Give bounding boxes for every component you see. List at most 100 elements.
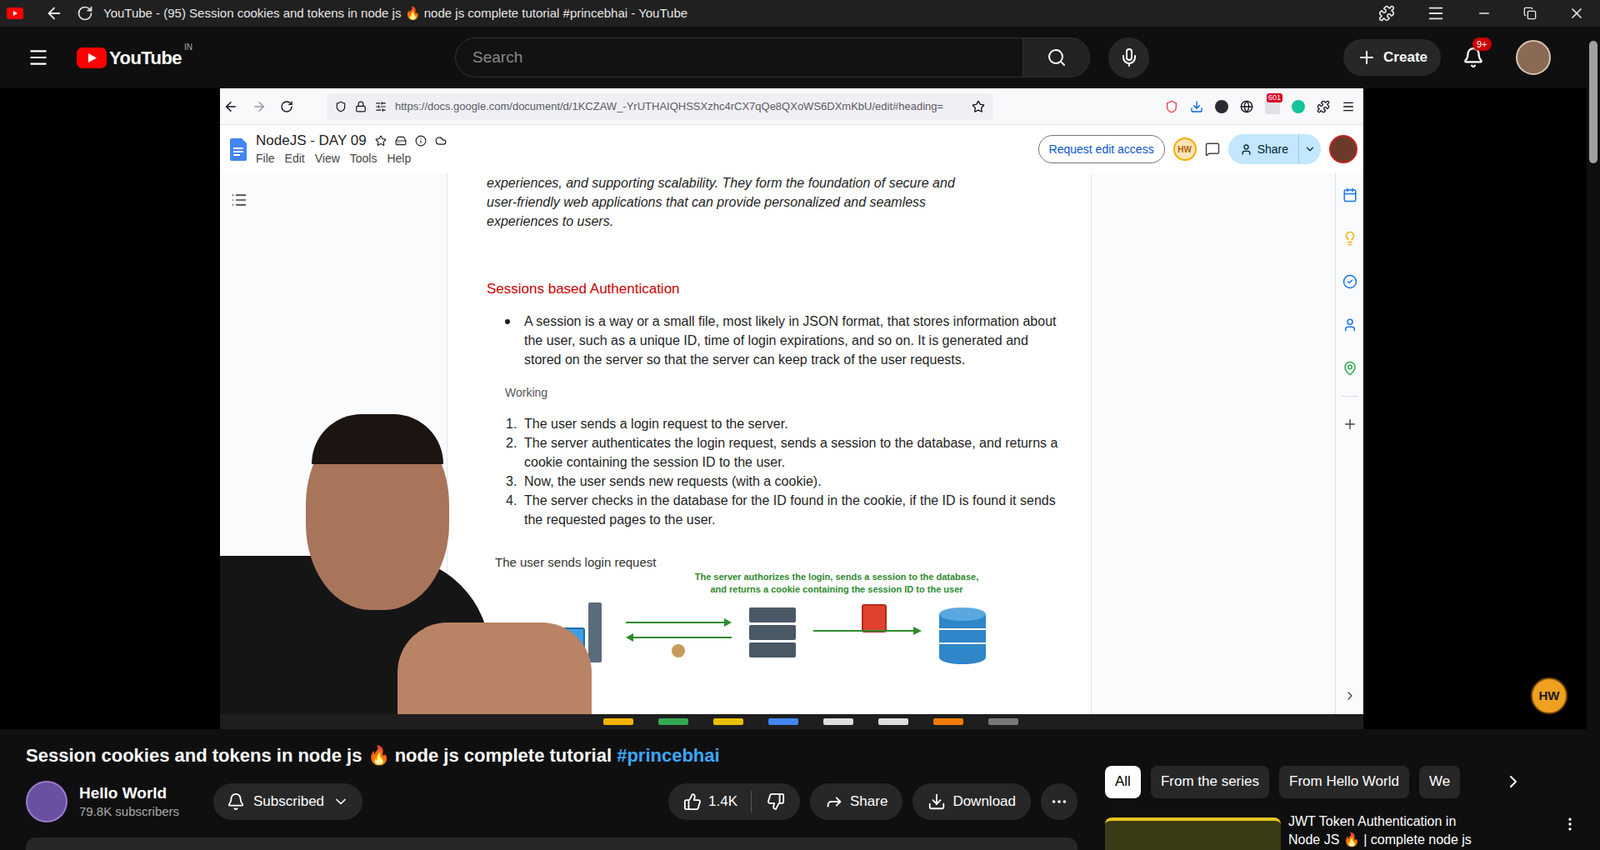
channel-watermark[interactable]: HW (1530, 677, 1568, 715)
bookmark-icon[interactable] (971, 100, 985, 114)
keep-icon[interactable] (1342, 230, 1358, 246)
comments-icon[interactable] (1205, 141, 1220, 157)
request-response-arrows-icon (625, 617, 732, 643)
voice-search-button[interactable] (1108, 37, 1150, 79)
screen: YouTube - (95) Session cookies and token… (0, 0, 1600, 850)
collaborator-avatar[interactable]: HW (1173, 137, 1197, 161)
globe-icon[interactable] (1240, 100, 1254, 114)
dislike-button[interactable] (751, 792, 800, 811)
page-scrollbar[interactable] (1586, 26, 1600, 850)
channel-row: Hello World79.8K subscribers Subscribed 1.… (25, 780, 1080, 823)
recommendation-item[interactable]: JWT Token Authentication inNode JS 🔥 | c… (1105, 812, 1579, 850)
close-icon[interactable] (1568, 5, 1585, 22)
menu-icon[interactable] (1341, 100, 1355, 114)
reload-icon[interactable] (280, 100, 294, 114)
extension-badge-button[interactable]: 601 (1265, 99, 1280, 115)
video-player[interactable]: https://docs.google.com/document/d/1KCZA… (0, 88, 1587, 730)
add-on-icon[interactable] (1342, 416, 1358, 432)
masthead: YouTubeIN Search Create 9+ (0, 26, 1587, 89)
share-dropdown-icon[interactable] (1304, 143, 1316, 155)
taskbar-icon (988, 718, 1019, 725)
scrollbar-thumb[interactable] (1589, 40, 1598, 164)
notification-badge: 9+ (1472, 37, 1492, 51)
minimize-icon[interactable] (1476, 5, 1492, 21)
tasks-icon[interactable] (1342, 274, 1358, 290)
section-heading: Sessions based Authentication (486, 279, 1091, 299)
diagram-caption: The user sends login request (495, 554, 1091, 571)
recorded-taskbar (220, 714, 1364, 730)
taskbar-icon (768, 718, 799, 725)
calendar-icon[interactable] (1342, 187, 1358, 203)
notifications-button[interactable]: 9+ (1460, 45, 1486, 70)
pocket-icon[interactable] (1165, 100, 1179, 114)
info-icon[interactable] (415, 135, 427, 147)
docs-account-avatar[interactable] (1329, 135, 1358, 164)
chips-next-button[interactable] (1496, 765, 1530, 799)
search-icon (1046, 47, 1067, 68)
url-bar[interactable]: https://docs.google.com/document/d/1KCZA… (326, 93, 994, 120)
hashtag-link[interactable]: #princebhai (616, 745, 720, 766)
chevron-down-icon (332, 793, 350, 810)
expand-panel-icon[interactable] (1343, 689, 1357, 703)
extensions-icon[interactable] (1316, 100, 1330, 114)
step-item: 1.The user sends a login request to the … (486, 414, 1091, 434)
like-button[interactable]: 1.4K (668, 790, 751, 813)
taskbar-icon (603, 718, 634, 725)
intro-paragraph: experiences, and supporting scalability.… (486, 173, 1091, 231)
server-node-icon (749, 607, 796, 658)
contacts-icon[interactable] (1342, 317, 1358, 333)
video-frame[interactable]: https://docs.google.com/document/d/1KCZA… (220, 88, 1364, 730)
search-field[interactable]: Search (455, 37, 1024, 78)
youtube-favicon-icon (6, 7, 24, 20)
recommendation-title[interactable]: Node JS 🔥 | complete node js (1288, 830, 1555, 850)
request-edit-access-button[interactable]: Request edit access (1038, 135, 1165, 164)
document-title[interactable]: NodeJS - DAY 09 (255, 131, 367, 150)
move-icon[interactable] (395, 135, 407, 147)
search-button[interactable] (1023, 37, 1090, 78)
share-button[interactable]: Share (1228, 134, 1321, 165)
subscriber-count: 79.8K subscribers (79, 803, 200, 820)
docs-menu-item[interactable]: Help (386, 150, 411, 167)
extensions-icon[interactable] (1378, 5, 1395, 22)
star-icon[interactable] (375, 135, 387, 147)
reload-icon[interactable] (76, 5, 94, 22)
back-icon[interactable] (45, 4, 64, 23)
filter-chip[interactable]: We (1419, 765, 1460, 799)
docs-menu-item[interactable]: File (255, 150, 275, 167)
recommendation-title[interactable]: JWT Token Authentication in (1288, 812, 1555, 831)
filter-chip[interactable]: From the series (1150, 765, 1270, 799)
subscribe-button[interactable]: Subscribed (213, 783, 363, 820)
back-icon[interactable] (223, 99, 239, 115)
docs-menu-item[interactable]: Tools (350, 150, 378, 167)
grammarly-icon[interactable] (1291, 100, 1305, 114)
more-vertical-icon[interactable] (1561, 815, 1579, 833)
docs-header: NodeJS - DAY 09File Edit View Tools Help Requ… (220, 125, 1364, 174)
filter-chip[interactable]: All (1105, 765, 1141, 799)
downloads-icon[interactable] (1190, 100, 1204, 114)
docs-menu-item[interactable]: Edit (285, 150, 305, 167)
channel-name[interactable]: Hello World (79, 783, 200, 804)
more-actions-button[interactable] (1040, 783, 1078, 820)
create-button[interactable]: Create (1343, 39, 1441, 76)
extension-p-icon[interactable] (1215, 100, 1229, 114)
youtube-play-icon (76, 47, 107, 69)
bullet-item: A session is a way or a small file, most… (486, 311, 1091, 370)
description-box[interactable] (25, 837, 1078, 850)
youtube-logo[interactable]: YouTubeIN (76, 44, 193, 72)
account-avatar[interactable] (1515, 40, 1551, 75)
taskbar-icon (823, 718, 854, 725)
restore-icon[interactable] (1523, 6, 1537, 20)
channel-avatar[interactable] (25, 780, 68, 823)
filter-chip[interactable]: From Hello World (1279, 765, 1410, 799)
download-button[interactable]: Download (912, 783, 1031, 820)
maps-icon[interactable] (1342, 360, 1358, 376)
outline-icon[interactable] (230, 191, 248, 209)
browser-menu-icon[interactable] (1426, 4, 1445, 23)
video-thumbnail[interactable] (1105, 817, 1281, 850)
watch-info: Session cookies and tokens in node js 🔥 … (0, 729, 1587, 850)
docs-logo-icon (230, 138, 247, 161)
share-button[interactable]: Share (810, 783, 903, 820)
guide-menu-icon[interactable] (27, 46, 50, 69)
docs-menu-item[interactable]: View (315, 150, 340, 167)
forward-icon[interactable] (251, 99, 267, 115)
